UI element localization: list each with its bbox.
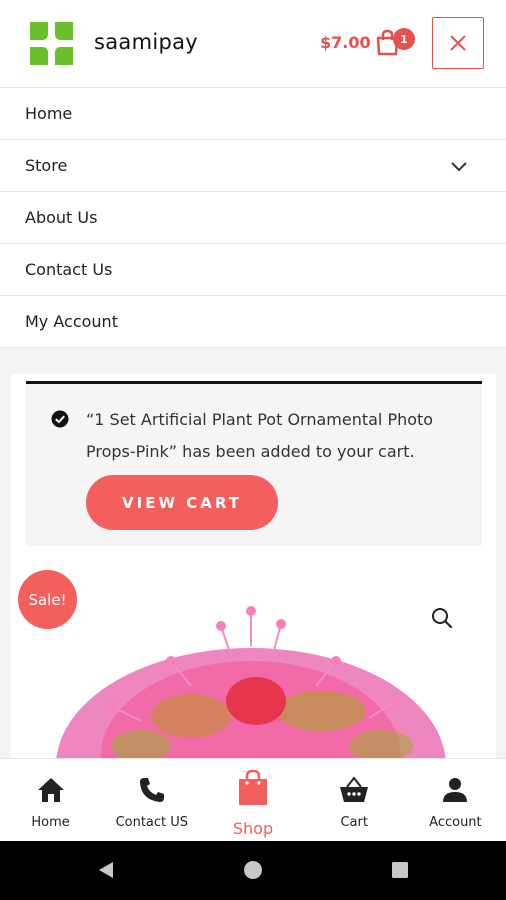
shopping-bag-icon — [239, 769, 267, 805]
basket-icon — [340, 776, 369, 802]
cart-total[interactable]: $7.00 — [320, 33, 371, 52]
bottom-nav-label: Cart — [340, 815, 368, 830]
cart-count-badge: 1 — [393, 28, 415, 50]
back-icon[interactable] — [96, 860, 116, 880]
bottom-nav-label: Shop — [232, 819, 274, 838]
sale-badge: Sale! — [18, 570, 77, 629]
bottom-nav-shop[interactable]: Shop — [202, 759, 303, 841]
menu-item-label: Contact Us — [25, 260, 113, 279]
menu-item-my-account[interactable]: My Account — [0, 296, 506, 348]
menu-item-label: About Us — [25, 208, 98, 227]
nav-menu: Home Store About Us Contact Us My Accoun… — [0, 88, 506, 348]
bottom-nav-cart[interactable]: Cart — [304, 759, 405, 841]
product-content: “1 Set Artificial Plant Pot Ornamental P… — [11, 374, 496, 758]
menu-item-label: Store — [25, 156, 68, 175]
home-circle-icon[interactable] — [243, 860, 263, 880]
bottom-nav-label: Account — [429, 815, 482, 830]
bottom-nav: Home Contact US Shop Cart Account — [0, 758, 506, 841]
chevron-down-icon[interactable] — [450, 157, 468, 175]
app-header: saamipay $7.00 1 — [0, 0, 506, 88]
check-circle-icon — [51, 410, 69, 428]
menu-item-contact-us[interactable]: Contact Us — [0, 244, 506, 296]
bottom-nav-label: Home — [31, 815, 70, 830]
bottom-nav-account[interactable]: Account — [405, 759, 506, 841]
notice-message: “1 Set Artificial Plant Pot Ornamental P… — [86, 410, 434, 461]
menu-item-label: My Account — [25, 312, 118, 331]
home-icon — [37, 778, 64, 802]
phone-icon — [139, 778, 164, 802]
menu-item-label: Home — [25, 104, 73, 123]
menu-item-home[interactable]: Home — [0, 88, 506, 140]
product-image[interactable] — [51, 606, 461, 758]
view-cart-button[interactable]: VIEW CART — [86, 475, 278, 530]
menu-item-store[interactable]: Store — [0, 140, 506, 192]
bottom-nav-contact-us[interactable]: Contact US — [101, 759, 202, 841]
bottom-nav-label: Contact US — [115, 815, 189, 830]
menu-item-about-us[interactable]: About Us — [0, 192, 506, 244]
bottom-nav-home[interactable]: Home — [0, 759, 101, 841]
android-system-nav — [0, 841, 506, 900]
added-to-cart-notice: “1 Set Artificial Plant Pot Ornamental P… — [26, 381, 482, 546]
person-icon — [443, 778, 468, 802]
close-icon — [450, 35, 466, 51]
brand-name[interactable]: saamipay — [94, 30, 198, 54]
saamipay-logo-icon[interactable] — [28, 20, 75, 67]
recent-apps-icon[interactable] — [390, 860, 410, 880]
search-zoom-icon[interactable] — [430, 606, 454, 630]
close-menu-button[interactable] — [432, 17, 484, 69]
